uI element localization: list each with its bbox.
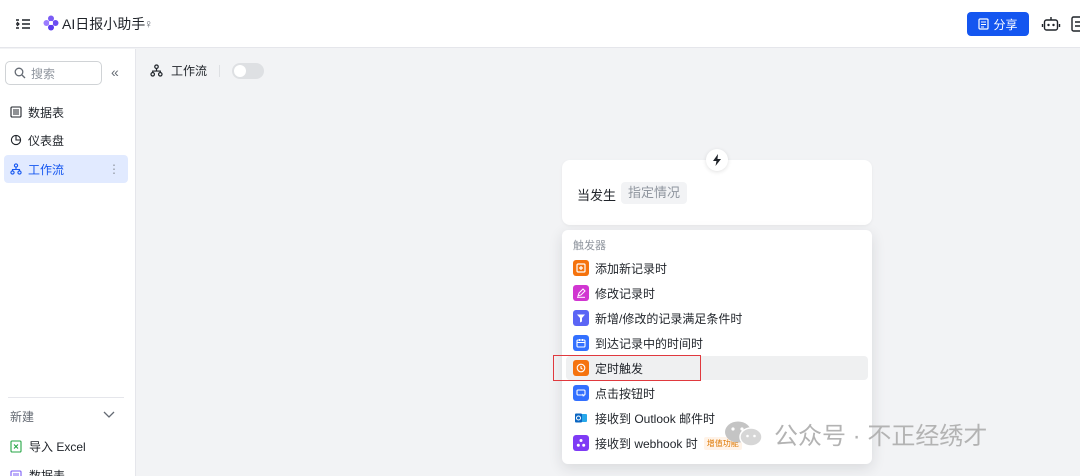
import-excel-button[interactable]: 导入 Excel <box>10 438 86 455</box>
trigger-option-button-click[interactable]: 点击按钮时 <box>566 381 868 405</box>
sidebar-divider <box>8 397 124 398</box>
pin-icon[interactable]: ♀ <box>144 15 153 33</box>
trigger-option-label: 修改记录时 <box>595 286 656 301</box>
trigger-option-condition-met[interactable]: 新增/修改的记录满足条件时 <box>566 306 868 330</box>
trigger-option-label: 添加新记录时 <box>595 261 668 276</box>
search-input[interactable]: 搜索 <box>5 61 102 85</box>
document-icon[interactable] <box>1070 14 1080 34</box>
wechat-watermark: 公众号 · 不正经绣才 <box>722 416 987 451</box>
watermark-text: 公众号 · 不正经绣才 <box>774 423 988 450</box>
workflow-enable-toggle[interactable] <box>232 62 265 79</box>
lightning-icon <box>706 149 728 171</box>
header-divider <box>219 64 221 77</box>
workflow-header: 工作流 <box>150 62 265 79</box>
top-bar: AI日报小助手 ♀ 分享 <box>0 0 1080 48</box>
calendar-icon <box>573 335 589 351</box>
outlook-icon <box>573 410 589 426</box>
workflow-icon <box>150 64 163 77</box>
share-label: 分享 <box>993 17 1018 32</box>
table-icon <box>10 106 22 118</box>
menu-toggle-icon[interactable] <box>14 15 32 33</box>
trigger-option-label: 接收到 webhook 时 <box>595 436 698 451</box>
app-title[interactable]: AI日报小助手 <box>62 15 145 33</box>
trigger-option-label: 点击按钮时 <box>595 386 656 401</box>
new-datatable-button[interactable]: 数据表 <box>10 467 65 476</box>
collapse-sidebar-icon[interactable]: « <box>111 63 119 81</box>
workflow-title[interactable]: 工作流 <box>171 62 207 79</box>
datatable-label: 数据表 <box>29 469 66 476</box>
clock-icon <box>573 360 589 376</box>
workflow-icon <box>10 163 22 175</box>
datatable-icon <box>10 469 22 476</box>
share-button[interactable]: 分享 <box>967 12 1029 36</box>
search-icon <box>14 67 26 79</box>
trigger-condition-select[interactable]: 指定情况 <box>621 182 688 204</box>
trigger-option-add-record[interactable]: 添加新记录时 <box>566 256 868 280</box>
import-excel-label: 导入 Excel <box>29 440 86 454</box>
new-section-label: 新建 <box>10 410 35 424</box>
filter-icon <box>573 310 589 326</box>
trigger-option-time-reached[interactable]: 到达记录中的时间时 <box>566 331 868 355</box>
app-logo-icon <box>43 15 59 31</box>
chevron-down-icon[interactable] <box>102 407 116 421</box>
sidebar-item-workflow[interactable]: 工作流 ⋮ <box>4 155 128 183</box>
add-record-icon <box>573 260 589 276</box>
more-options-icon[interactable]: ⋮ <box>108 162 120 176</box>
dropdown-title: 触发器 <box>573 240 606 252</box>
share-doc-icon <box>978 18 990 30</box>
trigger-option-modify-record[interactable]: 修改记录时 <box>566 281 868 305</box>
excel-icon <box>10 440 22 453</box>
edit-icon <box>573 285 589 301</box>
sidebar-item-datatable[interactable]: 数据表 <box>4 98 128 126</box>
robot-icon[interactable] <box>1041 14 1061 34</box>
webhook-icon <box>573 435 589 451</box>
trigger-when-label: 当发生 <box>577 188 617 203</box>
sidebar-item-dashboard[interactable]: 仪表盘 <box>4 126 128 154</box>
sidebar-item-label: 数据表 <box>28 105 65 120</box>
search-placeholder: 搜索 <box>31 66 56 81</box>
trigger-option-scheduled[interactable]: 定时触发 <box>566 356 868 380</box>
sidebar: 搜索 « 数据表 仪表盘 工作流 ⋮ 新建 导入 Excel 数据表 <box>0 49 136 476</box>
dashboard-icon <box>10 134 22 146</box>
trigger-option-label: 到达记录中的时间时 <box>595 336 704 351</box>
sidebar-item-label: 工作流 <box>28 162 65 177</box>
trigger-option-label: 定时触发 <box>595 361 644 376</box>
wechat-icon <box>725 421 763 447</box>
button-click-icon <box>573 385 589 401</box>
trigger-option-label: 接收到 Outlook 邮件时 <box>595 411 716 426</box>
sidebar-item-label: 仪表盘 <box>28 133 65 148</box>
trigger-option-label: 新增/修改的记录满足条件时 <box>595 311 743 326</box>
